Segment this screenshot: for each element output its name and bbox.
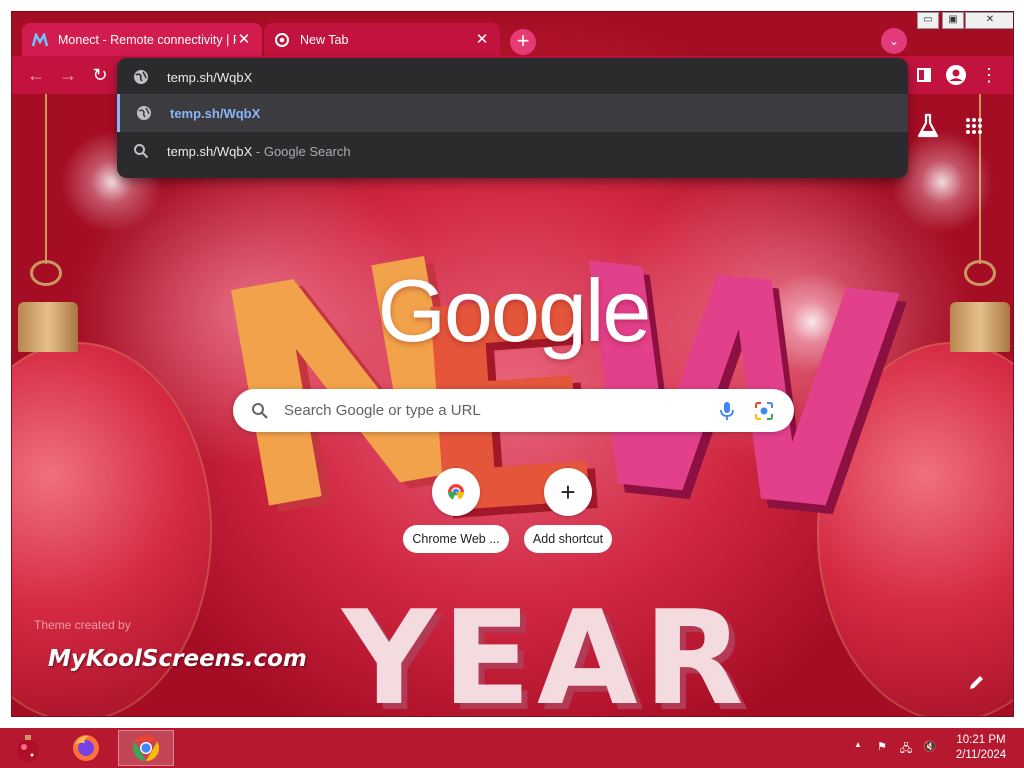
customize-chrome-pencil-icon[interactable] xyxy=(967,672,987,692)
close-tab-icon[interactable]: ✕ xyxy=(474,31,490,48)
back-button[interactable]: ← xyxy=(23,62,49,88)
left-ornament-string xyxy=(45,94,47,264)
suggestion-text: temp.sh/WqbX xyxy=(170,105,261,121)
shortcut-icon-circle xyxy=(432,468,480,516)
action-center-flag-icon[interactable]: ⚑ xyxy=(874,740,890,756)
suggestion-suffix: - Google Search xyxy=(255,143,351,159)
show-hidden-icons-button[interactable]: ▲ xyxy=(850,740,866,756)
plus-icon: + xyxy=(560,477,576,507)
volume-muted-icon[interactable]: 🔇 xyxy=(922,740,938,756)
omnibox-suggestion[interactable]: temp.sh/WqbX xyxy=(117,94,908,132)
clock-date: 2/11/2024 xyxy=(955,749,1007,761)
shortcut-icon-circle: + xyxy=(544,468,592,516)
tab-title: New Tab xyxy=(300,32,349,47)
shortcut-label: Add shortcut xyxy=(523,525,613,553)
shortcut-chrome-web-store[interactable]: Chrome Web ... xyxy=(401,468,511,553)
forward-button[interactable]: → xyxy=(55,62,81,88)
start-button[interactable] xyxy=(0,730,56,766)
tab-new-tab[interactable]: New Tab ✕ xyxy=(264,23,500,56)
maximize-button[interactable]: ▣ xyxy=(942,12,964,29)
omnibox-input-value[interactable]: temp.sh/WqbX xyxy=(167,70,252,85)
theme-credit: Theme created by xyxy=(34,618,131,632)
monect-favicon xyxy=(32,32,48,48)
close-tab-icon[interactable]: ✕ xyxy=(236,31,252,48)
search-placeholder[interactable]: Search Google or type a URL xyxy=(284,402,481,419)
omnibox-suggestion[interactable]: temp.sh/WqbX - Google Search xyxy=(117,132,908,170)
chrome-labs-icon[interactable] xyxy=(917,113,939,139)
google-lens-icon[interactable] xyxy=(754,401,774,421)
taskbar-chrome[interactable] xyxy=(118,730,174,766)
network-icon[interactable]: 🖧 xyxy=(898,740,914,756)
add-shortcut-button[interactable]: + Add shortcut xyxy=(513,468,623,553)
theme-brand-link[interactable]: MyKoolScreens.com xyxy=(48,646,307,672)
reload-button[interactable]: ↻ xyxy=(87,62,113,88)
close-window-button[interactable]: ✕ xyxy=(965,12,1013,29)
google-apps-icon[interactable] xyxy=(965,117,983,135)
search-icon xyxy=(252,403,268,419)
chrome-web-store-icon xyxy=(447,484,465,500)
chrome-favicon xyxy=(274,32,290,48)
profile-button[interactable] xyxy=(943,62,969,88)
shortcut-label: Chrome Web ... xyxy=(403,525,509,553)
ornament-start-icon xyxy=(17,735,39,762)
suggestion-text: temp.sh/WqbX - Google Search xyxy=(167,144,351,159)
taskbar-firefox[interactable] xyxy=(58,730,114,766)
ntp-search-box[interactable]: Search Google or type a URL xyxy=(233,389,794,432)
firefox-icon xyxy=(73,735,99,761)
browser-window: N E W YEAR Monect - Remote connectivity … xyxy=(11,11,1014,717)
suggestion-query: temp.sh/WqbX xyxy=(167,143,253,159)
globe-icon xyxy=(134,70,148,84)
side-panel-icon xyxy=(917,68,931,82)
new-tab-button[interactable]: + xyxy=(510,29,536,55)
chrome-icon xyxy=(132,734,160,762)
taskbar-clock[interactable]: 10:21 PM 2/11/2024 xyxy=(944,733,1018,763)
tab-monect[interactable]: Monect - Remote connectivity | F ✕ xyxy=(22,23,262,56)
omnibox-input[interactable]: temp.sh/WqbX xyxy=(117,58,908,96)
tab-title: Monect - Remote connectivity | F xyxy=(58,32,236,47)
search-icon xyxy=(134,144,149,159)
decor-year: YEAR xyxy=(342,582,750,717)
side-panel-button[interactable] xyxy=(911,62,937,88)
chrome-menu-button[interactable]: ⋮ xyxy=(976,62,1002,88)
microphone-icon[interactable] xyxy=(717,401,737,421)
clock-time: 10:21 PM xyxy=(956,734,1006,746)
globe-icon xyxy=(137,106,151,120)
taskbar: ▲ ⚑ 🖧 🔇 10:21 PM 2/11/2024 xyxy=(0,728,1024,768)
google-logo: Google xyxy=(377,261,652,360)
tab-search-button[interactable]: ⌄ xyxy=(881,28,907,54)
avatar-icon xyxy=(946,65,966,85)
minimize-button[interactable]: ▭ xyxy=(917,12,939,29)
omnibox-dropdown: temp.sh/WqbX temp.sh/WqbX temp.sh/WqbX -… xyxy=(117,58,908,178)
tab-strip: Monect - Remote connectivity | F ✕ New T… xyxy=(12,12,1013,56)
